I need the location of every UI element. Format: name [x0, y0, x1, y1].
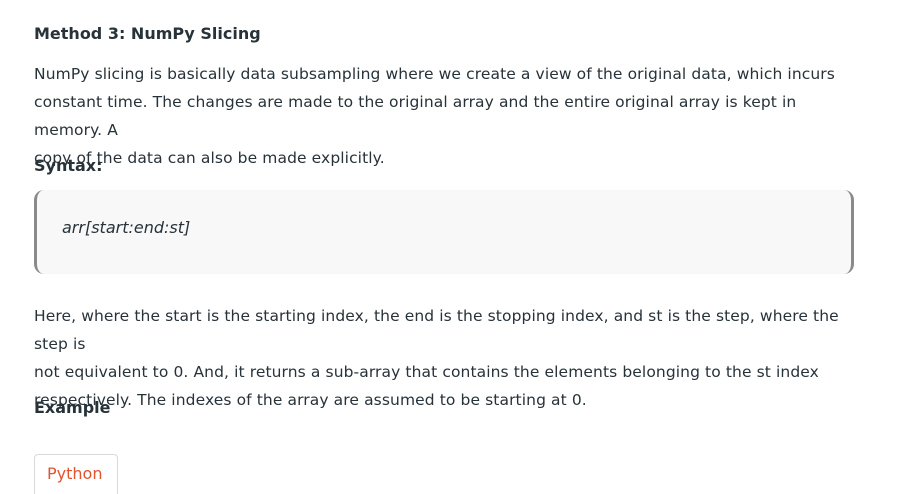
syntax-code: arr[start:end:st]: [62, 218, 191, 237]
syntax-heading: Syntax:: [34, 156, 103, 175]
example-heading: Example: [34, 398, 111, 417]
intro-line-2: constant time. The changes are made to t…: [34, 93, 797, 139]
explanation-line-2: not equivalent to 0. And, it returns a s…: [34, 363, 819, 381]
section-heading: Method 3: NumPy Slicing: [34, 24, 261, 43]
intro-paragraph: NumPy slicing is basically data subsampl…: [34, 60, 860, 172]
intro-line-1: NumPy slicing is basically data subsampl…: [34, 65, 835, 83]
explanation-paragraph: Here, where the start is the starting in…: [34, 302, 864, 414]
explanation-line-3: respectively. The indexes of the array a…: [34, 391, 587, 409]
explanation-line-1: Here, where the start is the starting in…: [34, 307, 839, 353]
tab-python-label: Python: [47, 464, 103, 483]
syntax-code-block: arr[start:end:st]: [34, 190, 854, 274]
tab-python[interactable]: Python: [34, 454, 118, 494]
